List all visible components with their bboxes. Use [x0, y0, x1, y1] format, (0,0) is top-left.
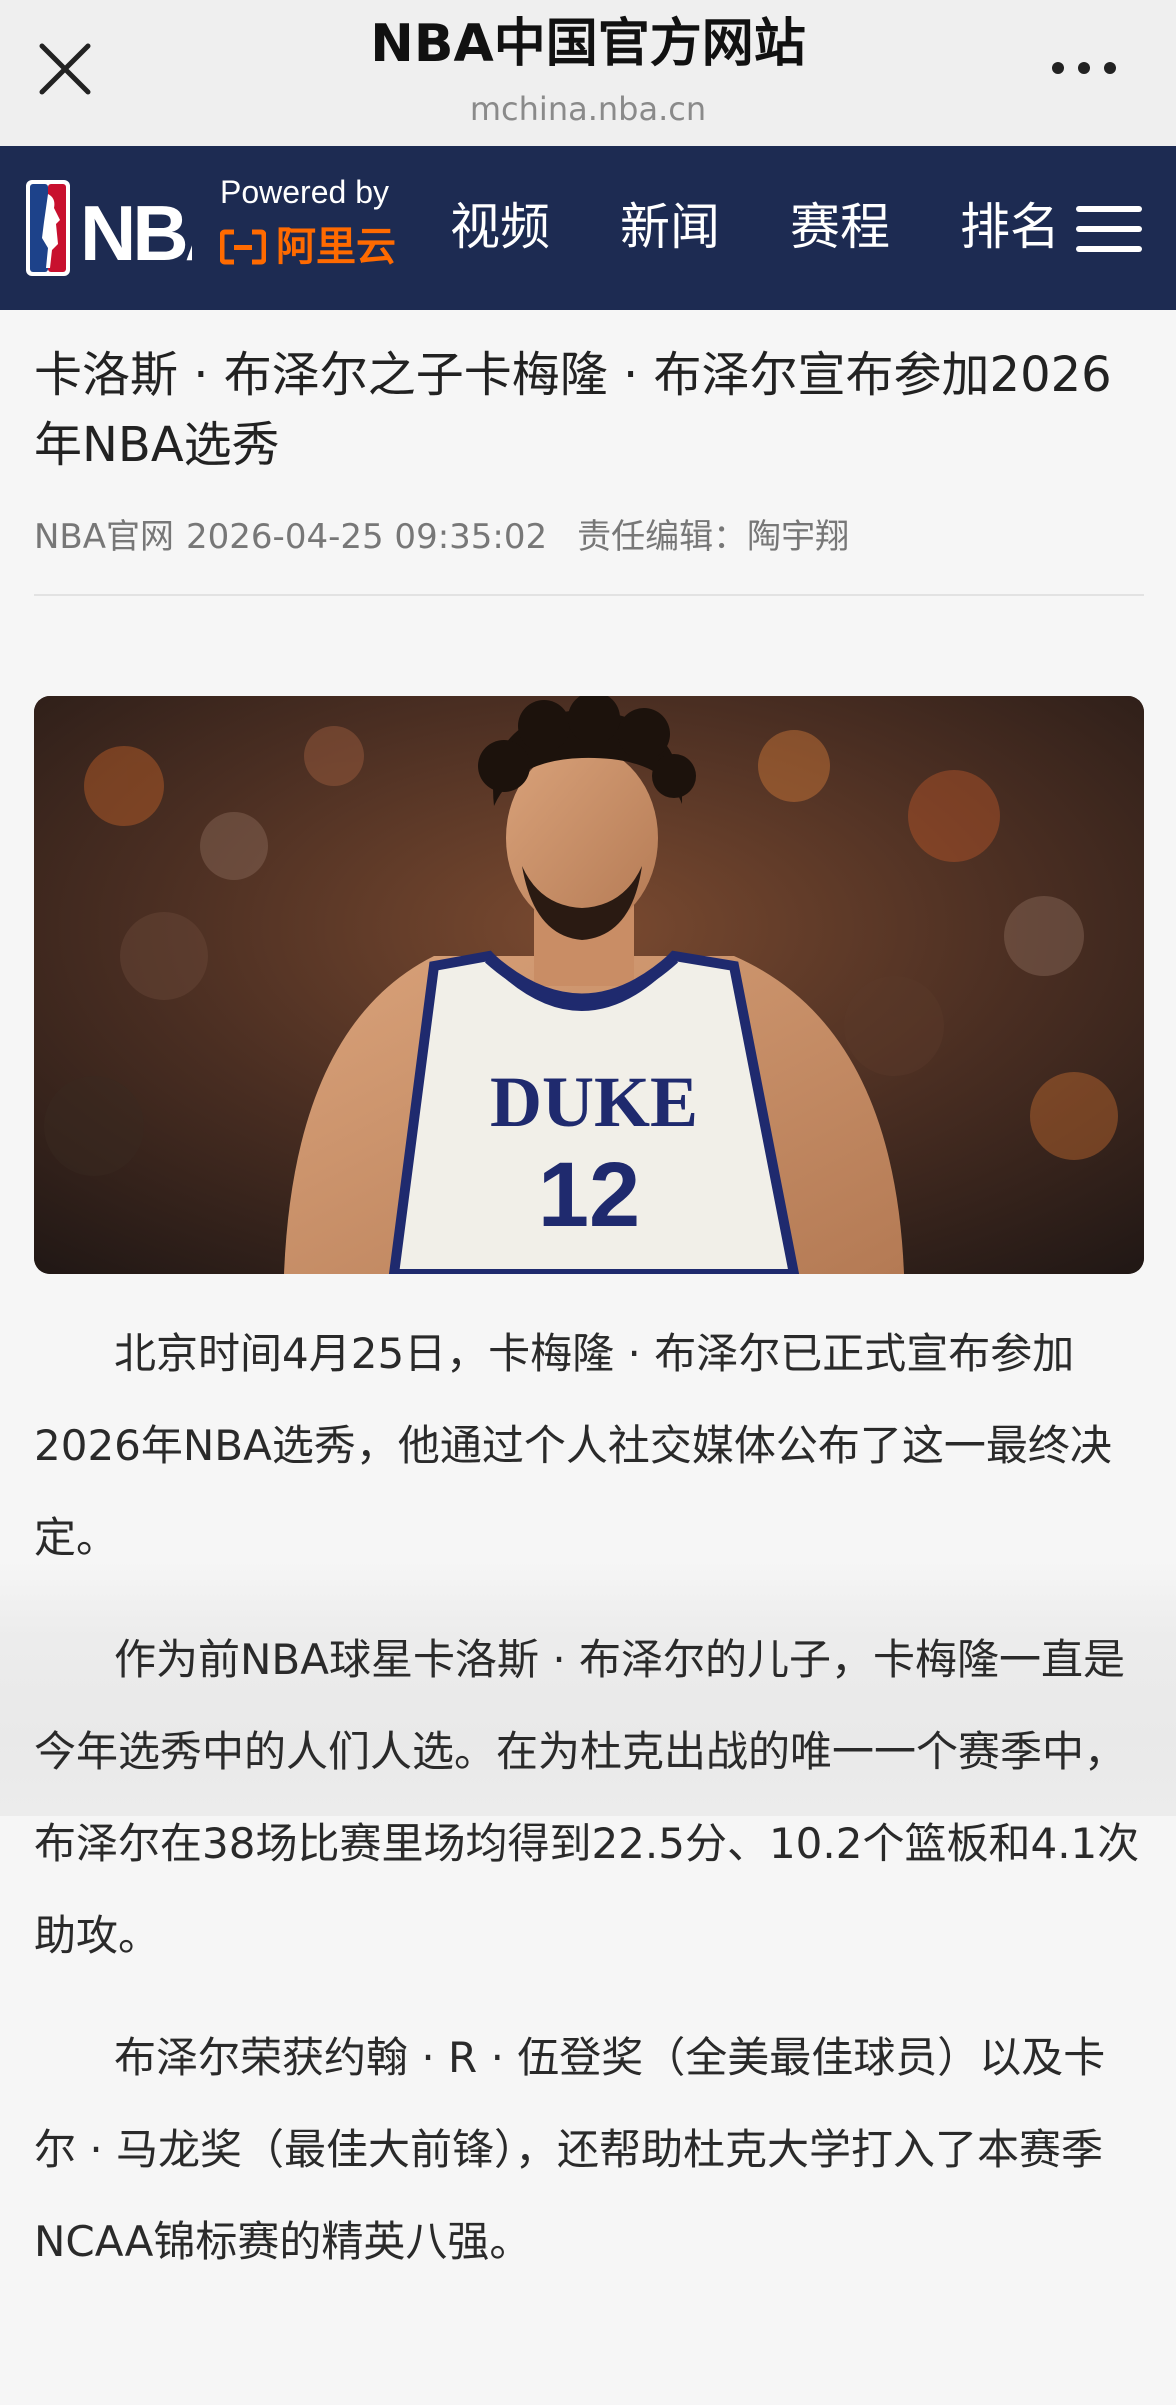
jersey-team-text: DUKE [490, 1062, 698, 1142]
nav-item-schedule[interactable]: 赛程 [790, 192, 890, 262]
more-dots-icon[interactable] [1046, 50, 1122, 86]
browser-title: NBA中国官方网站 [370, 14, 806, 74]
nav-item-news[interactable]: 新闻 [620, 192, 720, 262]
nav-item-standings[interactable]: 排名 [960, 192, 1060, 262]
hamburger-menu-icon[interactable] [1074, 204, 1144, 254]
browser-top-bar: NBA中国官方网站 mchina.nba.cn [0, 0, 1176, 146]
jersey-number-text: 12 [538, 1144, 640, 1246]
article-paragraph-3: 布泽尔荣获约翰 · R · 伍登奖（全美最佳球员）以及卡尔 · 马龙奖（最佳大前… [34, 2033, 1106, 2266]
aliyun-text: 阿里云 [276, 224, 396, 270]
article-editor: 责任编辑：陶宇翔 [577, 517, 850, 557]
article-datetime: 2026-04-25 09:35:02 [186, 517, 548, 557]
nba-nav-bar: NBA Powered by 阿里云 视频 新闻 赛程 排名 [0, 146, 1176, 310]
nav-item-video[interactable]: 视频 [450, 192, 550, 262]
article-photo: DUKE 12 [34, 696, 1144, 1274]
article-paragraph-2: 作为前NBA球星卡洛斯 · 布泽尔的儿子，卡梅隆一直是今年选秀中的人们人选。在为… [34, 1635, 1140, 1960]
powered-by-label: Powered by [220, 174, 389, 210]
article-paragraph-1: 北京时间4月25日，卡梅隆 · 布泽尔已正式宣布参加2026年NBA选秀，他通过… [34, 1329, 1112, 1562]
article-source: NBA官网 [34, 517, 175, 557]
divider [34, 594, 1144, 596]
page: NBA中国官方网站 mchina.nba.cn NBA Powered by [0, 0, 1176, 2405]
aliyun-sponsor: 阿里云 [220, 222, 396, 272]
browser-url: mchina.nba.cn [469, 90, 707, 128]
article-headline: 卡洛斯 · 布泽尔之子卡梅隆 · 布泽尔宣布参加2026年NBA选秀 [34, 347, 1112, 473]
article-meta: NBA官网 2026-04-25 09:35:02 责任编辑：陶宇翔 [34, 512, 879, 562]
nba-logo-text: NBA [80, 189, 192, 276]
aliyun-logo-icon [220, 229, 266, 265]
nba-logo[interactable]: NBA [24, 180, 244, 277]
